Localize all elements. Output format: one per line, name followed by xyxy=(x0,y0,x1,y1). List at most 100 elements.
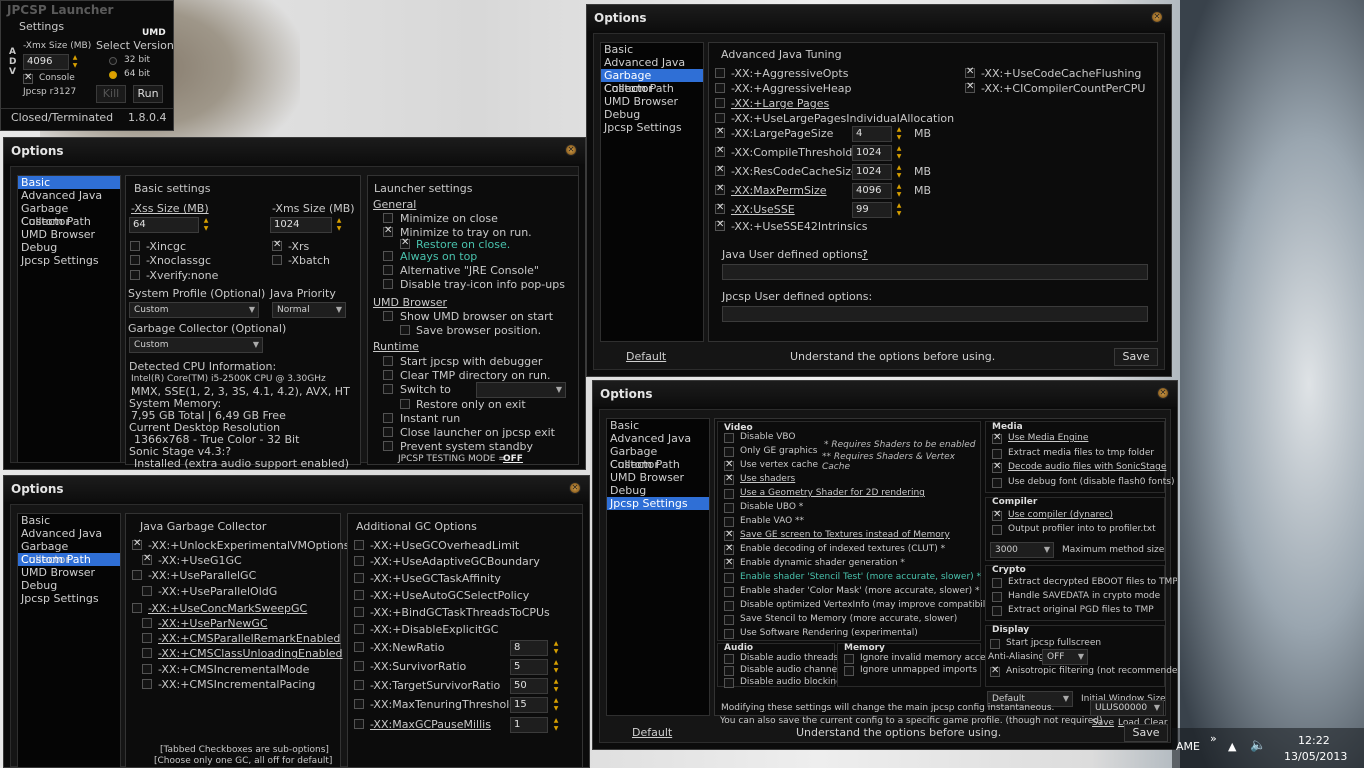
gc-value-stepper-0[interactable]: ▲ ▼ xyxy=(552,640,560,656)
video-checkbox-5[interactable] xyxy=(724,503,734,513)
java-priority-select[interactable]: Normal ▼ xyxy=(272,302,346,318)
media-checkbox-1[interactable] xyxy=(992,448,1002,459)
video-checkbox-10[interactable] xyxy=(724,573,734,583)
video-checkbox-8[interactable] xyxy=(724,543,734,555)
save-button[interactable]: Save xyxy=(1124,724,1168,742)
testing-mode-value[interactable]: OFF xyxy=(503,454,523,464)
nav-umd-browser[interactable]: UMD Browser xyxy=(18,228,120,241)
gc-value-stepper-4[interactable]: ▲ ▼ xyxy=(552,717,560,733)
console-checkbox[interactable] xyxy=(23,72,33,84)
nav-debug[interactable]: Debug xyxy=(18,241,120,254)
gc-right-checkbox-1[interactable] xyxy=(354,556,364,566)
advjava-opt-checkbox-5[interactable] xyxy=(715,145,725,157)
crypto-checkbox-2[interactable] xyxy=(992,606,1002,616)
audio-checkbox-2[interactable] xyxy=(724,678,734,688)
gc-right-checkbox-6[interactable] xyxy=(354,642,364,652)
gc-value-input-4[interactable]: 1 xyxy=(510,717,548,733)
close-icon[interactable]: ✕ xyxy=(565,144,577,156)
default-link[interactable]: Default xyxy=(632,726,672,739)
gc-select[interactable]: Custom ▼ xyxy=(129,337,263,353)
java-user-help[interactable]: ? xyxy=(862,248,868,261)
gc-left-checkbox-2[interactable] xyxy=(132,570,142,581)
switch-to-select[interactable]: ▼ xyxy=(476,382,566,398)
nav-basic[interactable]: Basic xyxy=(18,514,120,527)
xms-stepper[interactable]: ▲ ▼ xyxy=(335,217,343,233)
nav-jpcsp-settings[interactable]: Jpcsp Settings xyxy=(18,254,120,267)
clock-time[interactable]: 12:22 xyxy=(1298,734,1330,747)
compiler-checkbox-1[interactable] xyxy=(992,525,1002,535)
advjava-opt-checkbox-7[interactable] xyxy=(715,183,725,195)
advjava-value-input-4[interactable]: 99 xyxy=(852,202,892,218)
close-icon[interactable]: ✕ xyxy=(1157,387,1169,399)
nav-jpcsp-settings[interactable]: Jpcsp Settings xyxy=(601,121,703,134)
advjava-value-stepper-1[interactable]: ▲ ▼ xyxy=(895,145,903,161)
xss-input[interactable]: 64 xyxy=(129,217,199,233)
nav-advanced-java[interactable]: Advanced Java xyxy=(607,432,709,445)
minimize-tray-checkbox[interactable] xyxy=(383,225,393,237)
gc-value-stepper-1[interactable]: ▲ ▼ xyxy=(552,659,560,675)
xverify-checkbox[interactable] xyxy=(130,270,140,280)
system-profile-select[interactable]: Custom ▼ xyxy=(129,302,259,318)
video-checkbox-7[interactable] xyxy=(724,529,734,541)
save-button[interactable]: Save xyxy=(1114,348,1158,366)
xincgc-checkbox[interactable] xyxy=(130,241,140,251)
jpcsp-user-input[interactable] xyxy=(722,306,1148,322)
video-checkbox-14[interactable] xyxy=(724,629,734,639)
xrs-checkbox[interactable] xyxy=(272,239,282,251)
umd-label[interactable]: UMD xyxy=(142,28,166,38)
nav-custom-path[interactable]: Custom Path xyxy=(18,215,120,228)
video-checkbox-12[interactable] xyxy=(724,601,734,611)
radio-64bit[interactable] xyxy=(109,71,117,79)
gc-right-checkbox-5[interactable] xyxy=(354,624,364,634)
compiler-checkbox-0[interactable] xyxy=(992,509,1002,521)
gc-right-checkbox-7[interactable] xyxy=(354,661,364,671)
gc-left-checkbox-4[interactable] xyxy=(132,602,142,613)
switch-to-checkbox[interactable] xyxy=(383,384,393,394)
nav-basic[interactable]: Basic xyxy=(601,43,703,56)
nav-custom-path[interactable]: Custom Path xyxy=(601,82,703,95)
video-checkbox-1[interactable] xyxy=(724,447,734,457)
close-launcher-checkbox[interactable] xyxy=(383,427,393,437)
advjava-value-stepper-2[interactable]: ▲ ▼ xyxy=(895,164,903,180)
nav-basic[interactable]: Basic xyxy=(18,176,120,189)
media-checkbox-0[interactable] xyxy=(992,432,1002,444)
game-profile-select[interactable]: ULUS00000 ▼ xyxy=(1090,700,1164,716)
xbatch-checkbox[interactable] xyxy=(272,255,282,265)
xmx-input[interactable]: 4096 xyxy=(23,54,69,70)
advjava-opt-checkbox-3[interactable] xyxy=(715,113,725,123)
gc-value-input-2[interactable]: 50 xyxy=(510,678,548,694)
crypto-checkbox-0[interactable] xyxy=(992,578,1002,588)
memory-checkbox-1[interactable] xyxy=(844,666,854,676)
save-browser-checkbox[interactable] xyxy=(400,325,410,335)
speaker-icon[interactable]: 🔈 xyxy=(1250,738,1266,753)
tray-up-arrow-icon[interactable]: ▲ xyxy=(1228,740,1236,753)
gc-right-checkbox-0[interactable] xyxy=(354,540,364,550)
show-umd-checkbox[interactable] xyxy=(383,311,393,321)
nav-jpcsp-settings[interactable]: Jpcsp Settings xyxy=(607,497,709,510)
radio-32bit[interactable] xyxy=(109,57,117,65)
nav-advanced-java[interactable]: Advanced Java xyxy=(18,189,120,202)
prevent-standby-checkbox[interactable] xyxy=(383,441,393,451)
advjava-value-input-3[interactable]: 4096 xyxy=(852,183,892,199)
restore-exit-checkbox[interactable] xyxy=(400,399,410,409)
advjava-value-stepper-0[interactable]: ▲ ▼ xyxy=(895,126,903,142)
nav-umd-browser[interactable]: UMD Browser xyxy=(607,471,709,484)
profile-save-link[interactable]: Save xyxy=(1092,718,1114,728)
nav-custom-path[interactable]: Custom Path xyxy=(18,553,120,566)
video-checkbox-6[interactable] xyxy=(724,517,734,527)
close-icon[interactable]: ✕ xyxy=(1151,11,1163,23)
gc-left-checkbox-8[interactable] xyxy=(142,663,152,674)
nav-debug[interactable]: Debug xyxy=(18,579,120,592)
disable-tray-checkbox[interactable] xyxy=(383,279,393,289)
ci-compiler-count-checkbox[interactable] xyxy=(965,81,975,93)
gc-left-checkbox-0[interactable] xyxy=(132,538,142,550)
media-checkbox-2[interactable] xyxy=(992,461,1002,473)
anti-aliasing-select[interactable]: OFF ▼ xyxy=(1042,649,1088,665)
xss-stepper[interactable]: ▲ ▼ xyxy=(202,217,210,233)
gc-value-input-0[interactable]: 8 xyxy=(510,640,548,656)
advjava-value-input-2[interactable]: 1024 xyxy=(852,164,892,180)
video-checkbox-0[interactable] xyxy=(724,433,734,443)
crypto-checkbox-1[interactable] xyxy=(992,592,1002,602)
overflow-chevron-icon[interactable]: » xyxy=(1210,732,1217,745)
advjava-value-stepper-4[interactable]: ▲ ▼ xyxy=(895,202,903,218)
